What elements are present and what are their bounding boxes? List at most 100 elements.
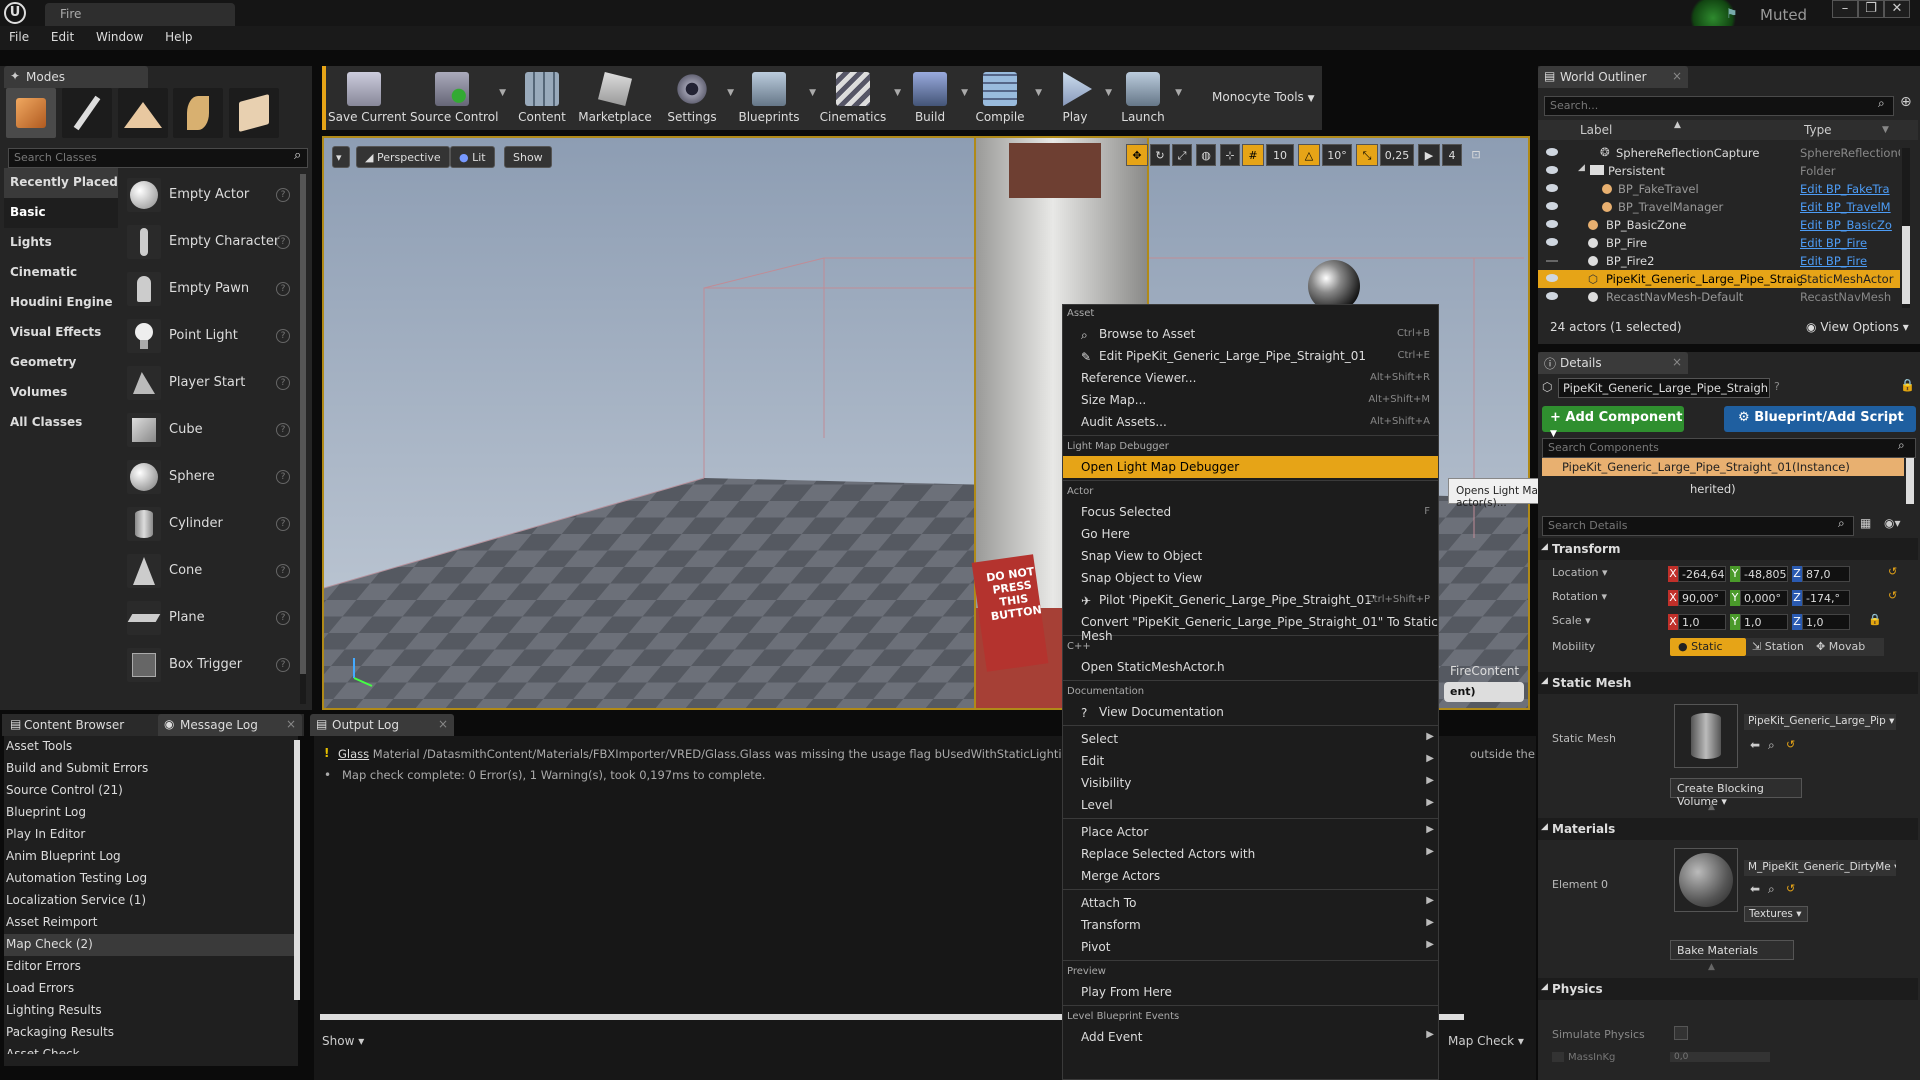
- table-row[interactable]: BP_BasicZone Edit BP_BasicZo: [1538, 216, 1900, 234]
- edit-blueprint-link[interactable]: Edit BP_Fire: [1800, 254, 1900, 268]
- launch-button[interactable]: Launch ▼: [1116, 66, 1182, 130]
- camera-speed-value[interactable]: 4: [1442, 144, 1462, 166]
- play-from-here-item[interactable]: Play From Here: [1063, 981, 1438, 1003]
- mobility-static-button[interactable]: ● Static: [1670, 638, 1746, 656]
- category-geometry[interactable]: Geometry: [4, 348, 118, 378]
- focus-selected-item[interactable]: Focus Selected F: [1063, 501, 1438, 523]
- edit-blueprint-link[interactable]: Edit BP_BasicZo: [1800, 218, 1900, 232]
- list-item[interactable]: Build and Submit Errors: [4, 758, 298, 780]
- edit-asset-item[interactable]: ✎ Edit PipeKit_Generic_Large_Pipe_Straigh…: [1063, 345, 1438, 367]
- help-icon[interactable]: ?: [276, 470, 290, 484]
- viewport-options-button[interactable]: ▾: [332, 146, 350, 168]
- help-icon[interactable]: ?: [276, 423, 290, 437]
- list-item[interactable]: Cylinder?: [124, 505, 300, 552]
- create-blocking-volume-button[interactable]: Create Blocking Volume ▾: [1670, 778, 1802, 808]
- mass-checkbox[interactable]: [1552, 1052, 1564, 1062]
- add-component-button[interactable]: + Add Component ▼: [1542, 406, 1684, 439]
- list-item[interactable]: Blueprint Log: [4, 802, 298, 824]
- reference-viewer-item[interactable]: Reference Viewer... Alt+Shift+R: [1063, 367, 1438, 389]
- dropdown-arrow-icon[interactable]: ▼: [1105, 88, 1112, 98]
- geometry-mode-icon[interactable]: [229, 88, 280, 138]
- marketplace-button[interactable]: Marketplace: [577, 66, 653, 130]
- modes-tab[interactable]: ✦ Modes: [4, 66, 148, 88]
- select-submenu[interactable]: Select ▶: [1063, 728, 1438, 750]
- go-here-item[interactable]: Go Here: [1063, 523, 1438, 545]
- blueprints-button[interactable]: Blueprints ▼: [734, 66, 816, 130]
- help-icon[interactable]: ?: [276, 517, 290, 531]
- list-item[interactable]: Source Control (21): [4, 780, 298, 802]
- category-recently-placed[interactable]: Recently Placed: [4, 168, 118, 198]
- place-mode-icon[interactable]: [6, 88, 56, 138]
- column-label[interactable]: Label: [1580, 123, 1612, 137]
- tab-message-log[interactable]: ◉ Message Log ×: [158, 714, 302, 736]
- location-z-input[interactable]: 87,0: [1802, 566, 1850, 582]
- transform-submenu[interactable]: Transform ▶: [1063, 914, 1438, 936]
- location-label[interactable]: Location ▾: [1552, 566, 1608, 579]
- list-item[interactable]: Cube?: [124, 411, 300, 458]
- close-tab-icon[interactable]: ×: [286, 717, 296, 731]
- list-item[interactable]: Player Start?: [124, 364, 300, 411]
- browse-search-icon[interactable]: ⌕: [1768, 882, 1775, 897]
- scale-snap-value[interactable]: 0,25: [1380, 144, 1414, 166]
- map-check-dropdown[interactable]: Map Check ▾: [1448, 1034, 1524, 1048]
- dropdown-arrow-icon[interactable]: ▼: [1882, 125, 1889, 135]
- list-item[interactable]: Asset Tools: [4, 736, 298, 758]
- eye-icon[interactable]: ◉▾: [1884, 516, 1901, 530]
- glass-link[interactable]: Glass: [338, 747, 369, 761]
- help-icon[interactable]: ?: [276, 282, 290, 296]
- list-item[interactable]: Play In Editor: [4, 824, 298, 846]
- monocyte-tools-button[interactable]: Monocyte Tools ▼: [1212, 90, 1315, 104]
- rotation-x-input[interactable]: 90,00°: [1678, 590, 1726, 606]
- cinematics-button[interactable]: Cinematics ▼: [817, 66, 901, 130]
- landscape-mode-icon[interactable]: [117, 88, 168, 138]
- replace-actors-submenu[interactable]: Replace Selected Actors with ▶: [1063, 843, 1438, 865]
- scrollbar[interactable]: [300, 174, 306, 704]
- table-row[interactable]: ◢ Persistent Folder: [1538, 162, 1900, 180]
- lock-icon[interactable]: 🔒: [1900, 378, 1915, 392]
- snap-view-to-object-item[interactable]: Snap View to Object: [1063, 545, 1438, 567]
- perspective-button[interactable]: ◢ Perspective: [356, 146, 450, 168]
- list-item[interactable]: Map Check (2): [4, 934, 298, 956]
- edit-blueprint-link[interactable]: Edit BP_TravelM: [1800, 200, 1900, 214]
- list-item[interactable]: Point Light?: [124, 317, 300, 364]
- add-event-submenu[interactable]: Add Event ▶: [1063, 1026, 1438, 1048]
- table-row[interactable]: RecastNavMesh-Default RecastNavMesh: [1538, 288, 1900, 306]
- translate-icon[interactable]: ✥: [1126, 144, 1148, 166]
- dropdown-arrow-icon[interactable]: ▼: [1175, 88, 1182, 98]
- rotation-snap-icon[interactable]: △: [1298, 144, 1320, 166]
- compile-button[interactable]: Compile ▼: [970, 66, 1042, 130]
- grid-view-icon[interactable]: ▦: [1860, 516, 1871, 530]
- textures-dropdown[interactable]: Textures ▾: [1744, 906, 1808, 922]
- eye-icon[interactable]: [1546, 166, 1558, 174]
- audit-assets-item[interactable]: Audit Assets... Alt+Shift+A: [1063, 411, 1438, 433]
- play-button[interactable]: Play ▼: [1050, 66, 1112, 130]
- category-basic[interactable]: Basic: [4, 198, 118, 228]
- expand-arrow-icon[interactable]: ◢: [1578, 163, 1585, 173]
- bake-materials-button[interactable]: Bake Materials: [1670, 940, 1794, 960]
- eye-icon[interactable]: [1546, 184, 1558, 192]
- maximize-button[interactable]: ❐: [1858, 0, 1884, 18]
- help-icon[interactable]: ?: [276, 564, 290, 578]
- browse-to-asset-item[interactable]: ⌕ Browse to Asset Ctrl+B: [1063, 323, 1438, 345]
- list-item[interactable]: Automation Testing Log: [4, 868, 298, 890]
- scrollbar[interactable]: [294, 740, 300, 1000]
- component-search-input[interactable]: Search Components: [1542, 438, 1916, 458]
- reset-icon[interactable]: ↺: [1888, 565, 1897, 578]
- reset-icon[interactable]: ↺: [1888, 589, 1897, 602]
- list-item[interactable]: Editor Errors: [4, 956, 298, 978]
- reset-icon[interactable]: ↺: [1786, 882, 1795, 895]
- help-icon[interactable]: ?: [1774, 380, 1780, 393]
- scrollbar[interactable]: [1902, 148, 1910, 308]
- tab-world-outliner[interactable]: ▤ World Outliner ×: [1538, 66, 1688, 88]
- edit-submenu[interactable]: Edit ▶: [1063, 750, 1438, 772]
- help-icon[interactable]: ?: [276, 658, 290, 672]
- location-x-input[interactable]: -264,64:: [1678, 566, 1726, 582]
- rotation-label[interactable]: Rotation ▾: [1552, 590, 1607, 603]
- list-item[interactable]: Sphere?: [124, 458, 300, 505]
- menu-edit[interactable]: Edit: [42, 26, 83, 44]
- build-button[interactable]: Build ▼: [904, 66, 968, 130]
- snap-object-to-view-item[interactable]: Snap Object to View: [1063, 567, 1438, 589]
- view-options-button[interactable]: ◉ View Options ▾: [1806, 320, 1909, 334]
- scale-snap-icon[interactable]: ⤡: [1356, 144, 1378, 166]
- close-tab-icon[interactable]: ×: [1672, 355, 1682, 369]
